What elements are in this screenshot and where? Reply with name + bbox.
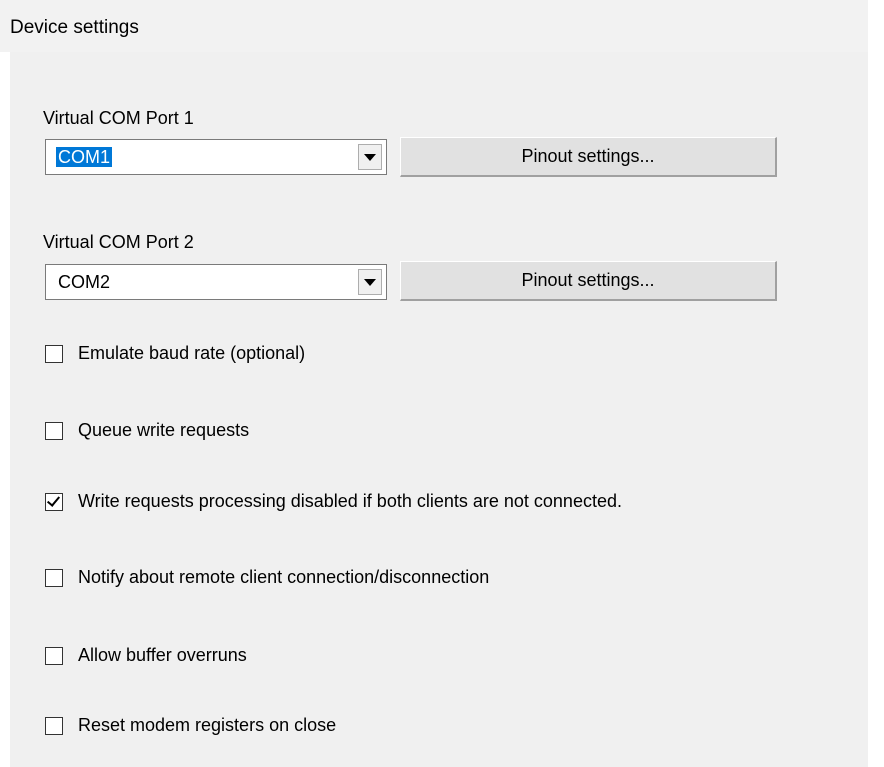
checkbox[interactable]: [45, 344, 63, 363]
option-label: Emulate baud rate (optional): [78, 343, 306, 363]
option-queue-write-requests[interactable]: Queue write requests: [45, 420, 249, 441]
checkbox[interactable]: [45, 646, 63, 665]
option-label: Notify about remote client connection/di…: [78, 567, 490, 587]
section-title: Device settings: [10, 17, 139, 38]
port2-pinout-button[interactable]: Pinout settings...: [400, 261, 777, 301]
port2-dropdown-button[interactable]: [358, 269, 382, 295]
port1-value: COM1: [56, 147, 113, 167]
option-label: Queue write requests: [78, 420, 250, 440]
port1-dropdown-button[interactable]: [358, 144, 382, 170]
option-allow-buffer-overruns[interactable]: Allow buffer overruns: [45, 645, 247, 666]
port1-pinout-button[interactable]: Pinout settings...: [400, 137, 777, 177]
option-label: Allow buffer overruns: [78, 645, 247, 665]
checkbox[interactable]: [45, 568, 63, 587]
chevron-down-icon: [364, 278, 376, 286]
option-notify-remote-connection[interactable]: Notify about remote client connection/di…: [45, 567, 489, 588]
port2-value: COM2: [58, 272, 111, 292]
checkbox[interactable]: [45, 492, 63, 511]
chevron-down-icon: [364, 153, 376, 161]
option-reset-modem-registers[interactable]: Reset modem registers on close: [45, 715, 336, 736]
checkbox[interactable]: [45, 716, 63, 735]
port2-combobox[interactable]: COM2: [45, 264, 387, 300]
checkmark-icon: [46, 492, 61, 507]
port1-combobox[interactable]: COM1: [45, 139, 387, 175]
option-emulate-baud-rate[interactable]: Emulate baud rate (optional): [45, 343, 305, 364]
section-header: Device settings: [0, 0, 868, 52]
option-label: Write requests processing disabled if bo…: [78, 491, 622, 511]
checkbox[interactable]: [45, 421, 63, 440]
port2-label: Virtual COM Port 2: [43, 232, 194, 252]
port1-label: Virtual COM Port 1: [43, 108, 194, 128]
option-write-requests-disabled[interactable]: Write requests processing disabled if bo…: [45, 491, 622, 512]
option-label: Reset modem registers on close: [78, 715, 337, 735]
